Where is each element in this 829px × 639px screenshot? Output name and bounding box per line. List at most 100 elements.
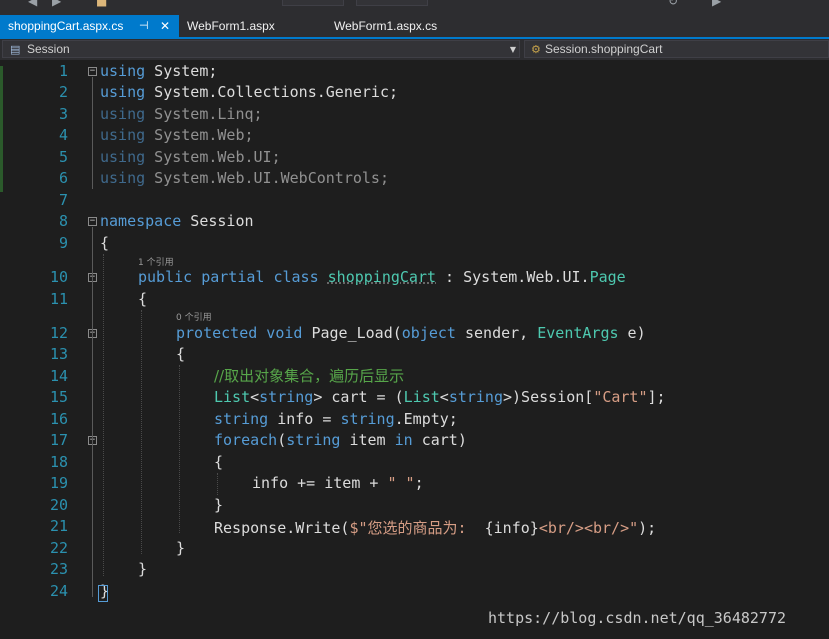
code-line: } — [176, 539, 186, 557]
line-number: 8 — [58, 212, 68, 230]
close-icon[interactable]: ✕ — [160, 15, 170, 37]
code-text: System.Collections.Generic; — [145, 83, 399, 101]
code-text: ); — [638, 519, 657, 537]
keyword: partial — [192, 268, 265, 286]
code-line: List<string> cart = (List<string>)Sessio… — [214, 388, 666, 406]
line-number: 11 — [49, 290, 68, 308]
project-name: Session — [27, 42, 70, 56]
code-text: info = — [268, 410, 341, 428]
line-number: 4 — [58, 126, 68, 144]
code-line: using System.Web; — [100, 126, 254, 144]
line-number: 23 — [49, 560, 68, 578]
forward-icon[interactable]: ▶ — [52, 0, 61, 8]
tab-shoppingcart[interactable]: shoppingCart.aspx.cs ⊣ ✕ — [0, 15, 179, 37]
string-literal: <br/><br/>" — [538, 519, 639, 537]
back-icon[interactable]: ◀ — [28, 0, 37, 8]
fold-line — [92, 227, 93, 597]
keyword: foreach — [214, 431, 278, 449]
code-text: ( — [277, 431, 287, 449]
brace-match-highlight — [98, 585, 108, 602]
code-line: using System.Web.UI; — [100, 148, 281, 166]
line-number: 20 — [49, 496, 68, 514]
run-icon[interactable]: ▶ — [712, 0, 721, 8]
line-number: 21 — [49, 517, 68, 535]
project-dropdown[interactable]: ▤ Session ▼ — [2, 40, 520, 58]
refresh-icon[interactable]: ↻ — [668, 0, 678, 8]
tab-label: WebForm1.aspx — [187, 19, 275, 33]
code-text: item — [340, 431, 395, 449]
line-number: 1 — [58, 62, 68, 80]
config-dropdown[interactable] — [282, 0, 344, 6]
line-number: 18 — [49, 453, 68, 471]
code-line: { — [138, 290, 148, 308]
type-dropdown[interactable]: ⚙ Session.shoppingCart — [524, 40, 829, 58]
string-literal: $"您选的商品为: — [349, 519, 485, 537]
code-text: System.Web; — [145, 126, 254, 144]
code-line: using System; — [100, 62, 217, 80]
reference-count[interactable]: 0 个引用 — [176, 310, 212, 323]
code-text: sender, — [455, 324, 538, 342]
watermark: https://blog.csdn.net/qq_36482772 — [488, 609, 787, 627]
code-line: using System.Web.UI.WebControls; — [100, 169, 389, 187]
code-text: System.Web.UI.WebControls; — [145, 169, 389, 187]
code-editor[interactable]: 1 2 3 4 5 6 7 8 9 10 11 12 13 14 15 16 1… — [0, 60, 829, 639]
string-literal: " " — [387, 474, 415, 492]
keyword: protected — [176, 324, 258, 342]
type-name: Session.shoppingCart — [545, 42, 663, 56]
tab-label: shoppingCart.aspx.cs — [8, 19, 124, 33]
line-number: 19 — [49, 474, 68, 492]
keyword: using — [100, 126, 146, 144]
pin-icon[interactable]: ⊣ — [139, 15, 149, 37]
keyword: string — [214, 410, 269, 428]
code-line: string info = string.Empty; — [214, 410, 458, 428]
code-text: < — [250, 388, 260, 406]
code-text: info += item + — [252, 474, 388, 492]
line-number: 2 — [58, 83, 68, 101]
code-text: < — [439, 388, 449, 406]
navigation-bar: ▤ Session ▼ ⚙ Session.shoppingCart — [0, 39, 829, 60]
fold-line — [92, 77, 93, 189]
code-line: Response.Write($"您选的商品为: {info}<br/><br/… — [214, 517, 656, 538]
code-line: } — [214, 496, 224, 514]
reference-count[interactable]: 1 个引用 — [138, 255, 174, 268]
keyword: public — [138, 268, 193, 286]
code-text: System.Linq; — [145, 105, 263, 123]
code-text: System; — [145, 62, 218, 80]
folder-icon[interactable]: ■ — [96, 0, 107, 8]
code-line: public partial class shoppingCart : Syst… — [138, 268, 626, 286]
line-number: 12 — [49, 324, 68, 342]
indent-guide — [141, 310, 142, 554]
type-name: List — [214, 388, 251, 406]
code-text: cart) — [412, 431, 467, 449]
code-text: Page_Load( — [302, 324, 402, 342]
platform-dropdown[interactable] — [356, 0, 428, 6]
tab-webform1-aspx-cs[interactable]: WebForm1.aspx.cs — [326, 15, 476, 37]
keyword: object — [401, 324, 456, 342]
line-number: 9 — [58, 234, 68, 252]
type-name: Page — [589, 268, 626, 286]
class-name: shoppingCart — [327, 268, 437, 286]
code-text: Response.Write( — [214, 519, 350, 537]
line-number: 15 — [49, 388, 68, 406]
keyword: string — [259, 388, 314, 406]
code-line: } — [138, 560, 148, 578]
code-text: > cart = ( — [313, 388, 404, 406]
code-line: namespace Session — [100, 212, 254, 230]
tab-webform1-aspx[interactable]: WebForm1.aspx — [179, 15, 319, 37]
fold-toggle-icon[interactable]: − — [88, 67, 97, 76]
indent-guide — [217, 473, 218, 495]
line-number: 16 — [49, 410, 68, 428]
keyword: string — [286, 431, 341, 449]
line-number: 24 — [49, 582, 68, 600]
keyword: string — [340, 410, 395, 428]
tab-bar: shoppingCart.aspx.cs ⊣ ✕ WebForm1.aspx W… — [0, 15, 829, 39]
code-text: ; — [414, 474, 424, 492]
chevron-down-icon: ▼ — [509, 45, 516, 54]
keyword: class — [264, 268, 319, 286]
code-text: : System.Web.UI. — [436, 268, 590, 286]
line-number: 10 — [49, 268, 68, 286]
class-icon: ⚙ — [531, 43, 541, 56]
code-line: using System.Linq; — [100, 105, 263, 123]
fold-toggle-icon[interactable]: − — [88, 217, 97, 226]
